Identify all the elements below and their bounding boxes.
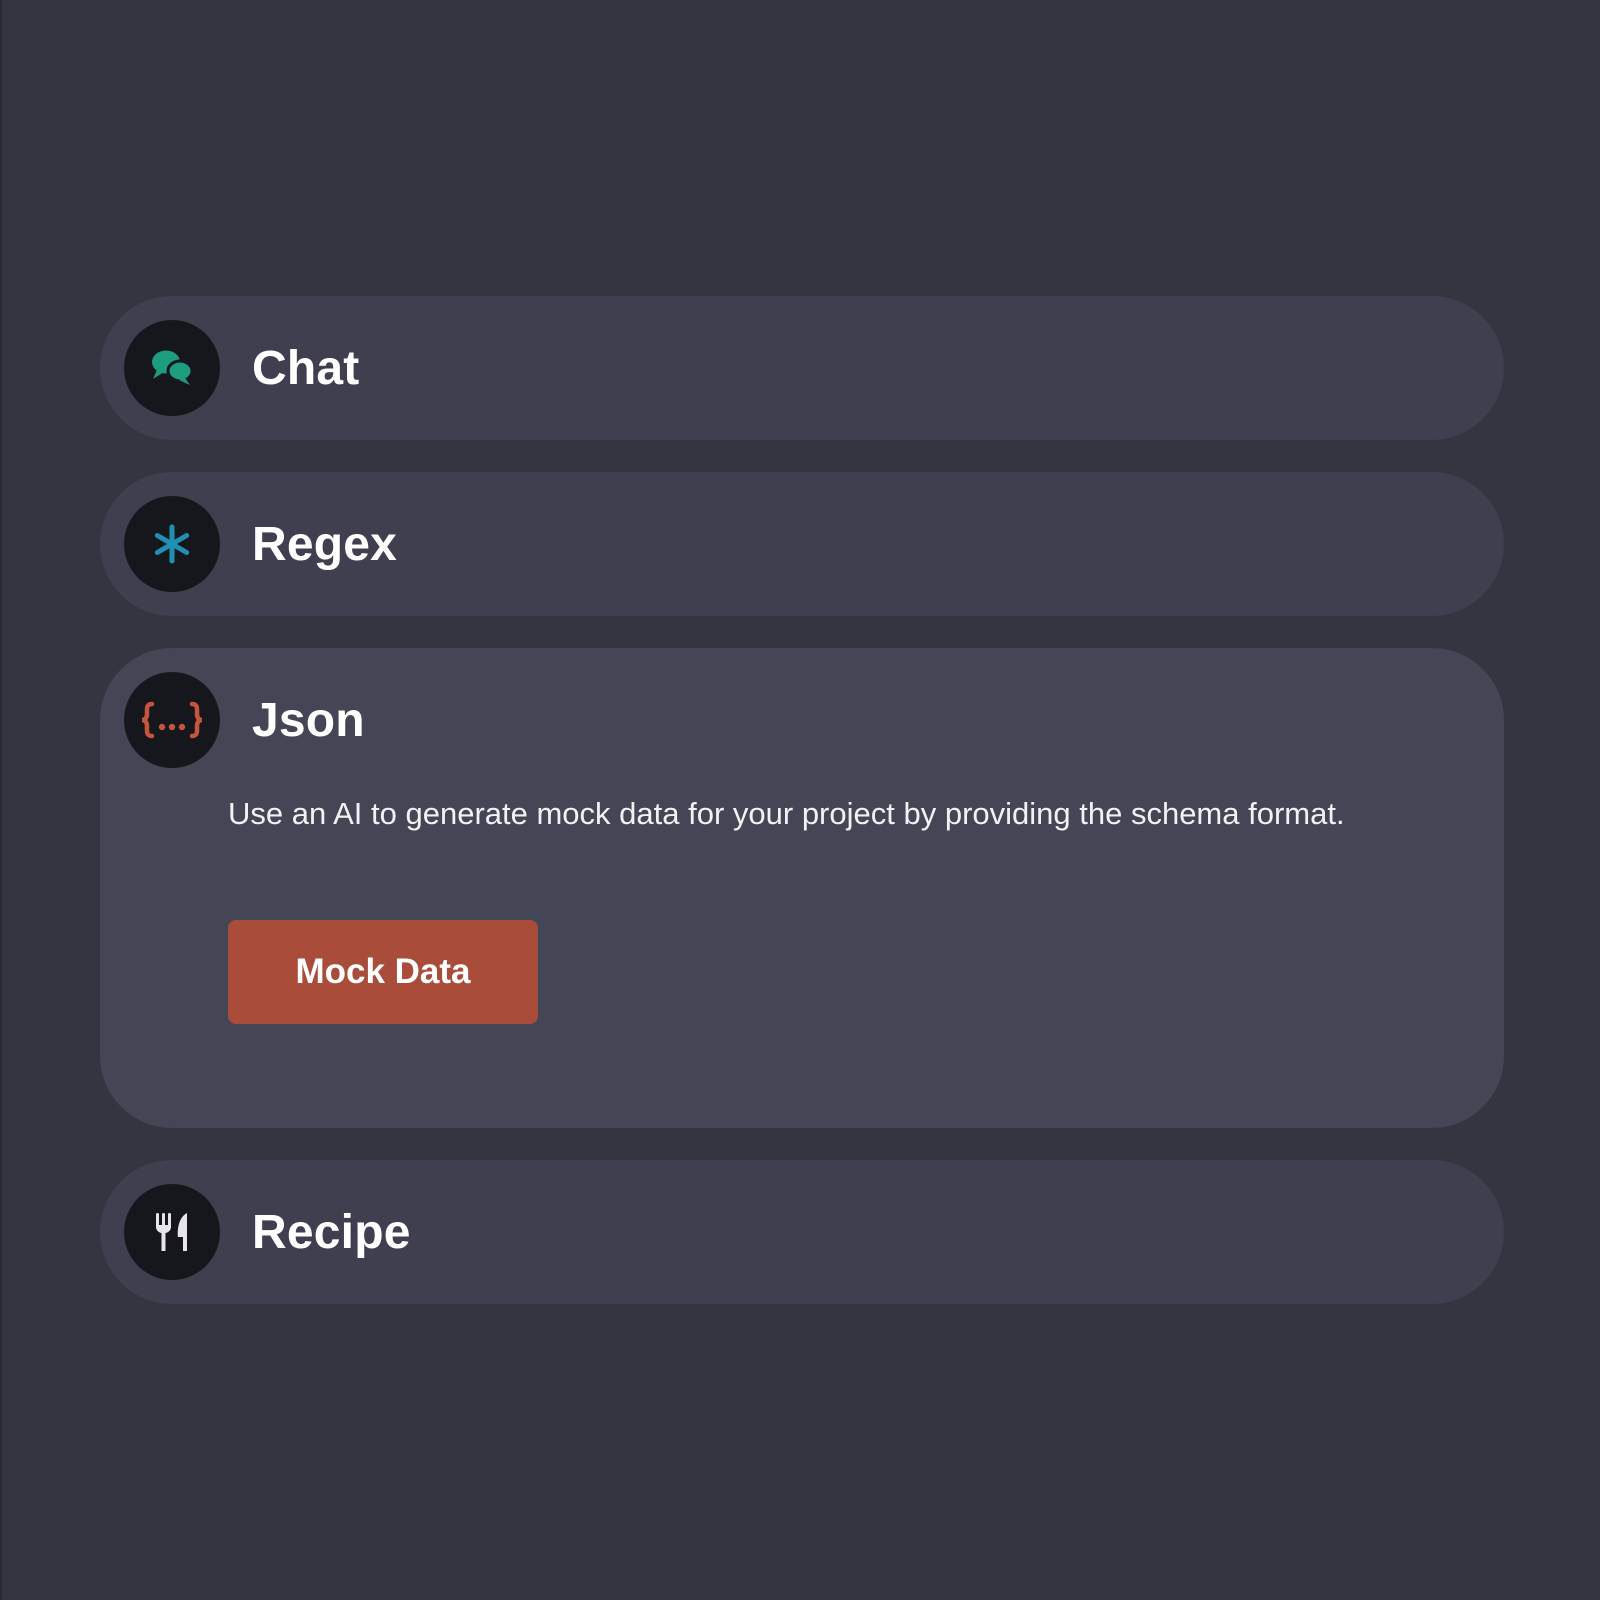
chat-icon-container <box>124 320 220 416</box>
tool-card-recipe[interactable]: Recipe <box>100 1160 1504 1304</box>
curly-braces-icon <box>141 701 203 739</box>
mock-data-button[interactable]: Mock Data <box>228 920 538 1024</box>
recipe-icon-container <box>124 1184 220 1280</box>
regex-icon-container <box>124 496 220 592</box>
fork-knife-icon <box>156 1213 187 1251</box>
tool-card-header[interactable]: Json <box>124 672 365 768</box>
tool-card-title: Regex <box>252 517 398 571</box>
tool-card-header[interactable]: Recipe <box>124 1184 411 1280</box>
chat-bubbles-icon <box>152 350 194 385</box>
tool-card-chat[interactable]: Chat <box>100 296 1504 440</box>
tool-description: Use an AI to generate mock data for your… <box>228 796 1345 831</box>
json-icon-container <box>124 672 220 768</box>
window-left-edge <box>0 0 2 1600</box>
tool-card-json: Json Use an AI to generate mock data for… <box>100 648 1504 1128</box>
tool-card-title: Recipe <box>252 1205 411 1259</box>
asterisk-icon <box>154 524 190 564</box>
tool-card-title: Chat <box>252 341 360 395</box>
tool-card-regex[interactable]: Regex <box>100 472 1504 616</box>
tool-card-header[interactable]: Regex <box>124 496 397 592</box>
tool-card-title: Json <box>252 693 365 747</box>
tool-card-header[interactable]: Chat <box>124 320 359 416</box>
